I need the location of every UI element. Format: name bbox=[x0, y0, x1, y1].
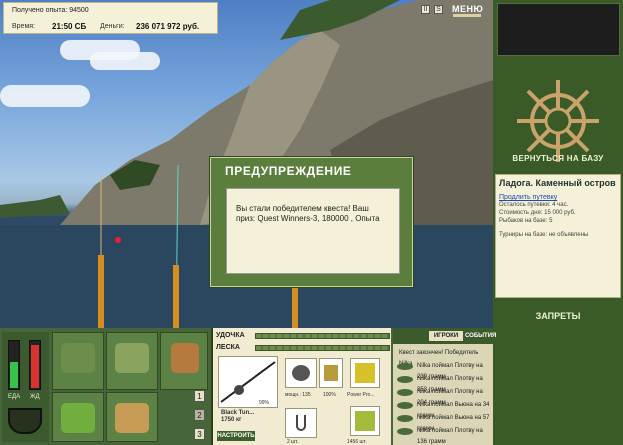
map-preview bbox=[497, 3, 620, 56]
backpack-icon bbox=[61, 343, 95, 373]
line-spool-icon bbox=[355, 363, 375, 383]
dialog-message: Вы стали победителем квеста! Ваш приз: Q… bbox=[226, 188, 400, 274]
life-gauge-fill bbox=[31, 344, 39, 388]
reel-slot-2[interactable] bbox=[319, 358, 343, 388]
line-name: Power Pro... bbox=[347, 392, 375, 398]
time-label: Время: bbox=[12, 23, 36, 30]
reel-caption: мощн.: 135 bbox=[285, 392, 311, 398]
reel-icon bbox=[292, 365, 310, 381]
game-screen: Получено опыта: 94500 Время: 21:50 СБ Де… bbox=[0, 0, 623, 445]
pause-button[interactable]: II bbox=[421, 5, 430, 14]
tab-players[interactable]: ИГРОКИ bbox=[429, 331, 463, 341]
pot-icon[interactable] bbox=[8, 408, 42, 434]
life-gauge bbox=[29, 340, 41, 390]
bag-icon bbox=[115, 343, 149, 373]
fish-icon bbox=[397, 363, 413, 370]
page-button-3[interactable]: 3 bbox=[194, 428, 205, 440]
rod-percent: 99% bbox=[259, 400, 270, 406]
setup-button[interactable]: НАСТРОИТЬ bbox=[217, 431, 255, 441]
event-text: Nilka поймал Плотву на 136 грамм bbox=[417, 428, 483, 445]
inventory-rod-tool[interactable] bbox=[160, 332, 208, 390]
right-panel: ВЕРНУТЬСЯ НА БАЗУ Ладога. Каменный остро… bbox=[493, 0, 623, 445]
bucket-icon bbox=[115, 403, 149, 433]
inventory-backpack[interactable] bbox=[52, 332, 104, 390]
status-gauges: ЕДА ЖД bbox=[2, 332, 49, 442]
tackle-panel: УДОЧКА ЛЕСКА 99% Black Tun... 1750 кг мо… bbox=[211, 328, 391, 445]
event-item: Nilka поймал Плотву на 204 грамм bbox=[395, 387, 493, 406]
money-label: Деньги: bbox=[100, 23, 125, 30]
menu-button[interactable]: МЕНЮ bbox=[452, 4, 483, 14]
line-label: ЛЕСКА bbox=[216, 344, 240, 351]
experience-text: Получено опыта: 94500 bbox=[12, 7, 89, 14]
tab-events[interactable]: СОБЫТИЯ bbox=[465, 331, 496, 341]
hook-icon bbox=[296, 415, 306, 431]
bans-button[interactable]: ЗАПРЕТЫ bbox=[493, 311, 623, 321]
inventory-bait-box[interactable] bbox=[52, 392, 104, 442]
reel-percent: 100% bbox=[323, 392, 336, 398]
event-item: Nilka поймал Вьюна на 34 грамм bbox=[395, 400, 493, 419]
money-value: 236 071 972 руб. bbox=[136, 22, 200, 31]
inventory-bucket[interactable] bbox=[106, 392, 158, 442]
fish-icon bbox=[397, 402, 413, 409]
tournaments-info: Турниры на базе: не объявлены bbox=[499, 232, 589, 238]
inventory-bag[interactable] bbox=[106, 332, 158, 390]
pass-remaining: Осталось путевки: 4 час. bbox=[499, 202, 569, 208]
event-item: Квест закончен! Победитель Nilka bbox=[395, 348, 493, 367]
location-info: Ладога. Каменный остров Продлить путевку… bbox=[495, 174, 621, 298]
event-item: Nilka поймал Вьюна на 57 грамм bbox=[395, 413, 493, 432]
page-button-1[interactable]: 1 bbox=[194, 390, 205, 402]
rod-weight: 1750 кг bbox=[221, 417, 242, 423]
bait-slot[interactable] bbox=[350, 406, 380, 436]
fish-icon bbox=[397, 415, 413, 422]
day-cost: Стоимость дня: 15 000 руб. bbox=[499, 210, 576, 216]
events-tabs: ИГРОКИ СОБЫТИЯ bbox=[393, 328, 496, 344]
rod-bar bbox=[255, 333, 390, 339]
fishers-count: Рыбаков на базе: 5 bbox=[499, 218, 553, 224]
event-item: Nilka поймал Плотву на 353 грамм bbox=[395, 374, 493, 393]
food-gauge-fill bbox=[10, 361, 18, 388]
reel-slot[interactable] bbox=[285, 358, 317, 388]
rod-tool-icon bbox=[171, 343, 199, 373]
return-base-button[interactable]: ВЕРНУТЬСЯ НА БАЗУ bbox=[493, 154, 623, 163]
warning-dialog: ПРЕДУПРЕЖДЕНИЕ Вы стали победителем квес… bbox=[210, 157, 413, 287]
menu-underline bbox=[453, 14, 481, 17]
fish-icon bbox=[397, 376, 413, 383]
hook-count: 2 шт. bbox=[287, 439, 299, 445]
rod-name: Black Tun... bbox=[221, 410, 255, 416]
rod-label: УДОЧКА bbox=[216, 332, 245, 339]
life-label: ЖД bbox=[30, 394, 40, 400]
hook-slot[interactable] bbox=[285, 408, 317, 438]
event-item: Nilka поймал Плотву на 136 грамм bbox=[395, 426, 493, 445]
reel-spool-icon bbox=[324, 365, 338, 381]
sound-button[interactable]: S bbox=[434, 5, 443, 14]
line-bar bbox=[255, 345, 390, 351]
top-controls: II S bbox=[421, 5, 443, 14]
food-label: ЕДА bbox=[8, 394, 21, 400]
food-gauge bbox=[8, 340, 20, 390]
events-panel: ИГРОКИ СОБЫТИЯ Квест закончен! Победител… bbox=[393, 328, 496, 445]
bait-count: 1456 шт. bbox=[347, 439, 367, 445]
bait-icon bbox=[355, 411, 375, 431]
extend-pass-link[interactable]: Продлить путевку bbox=[499, 194, 617, 201]
location-name: Ладога. Каменный остров bbox=[499, 178, 616, 188]
bait-box-icon bbox=[61, 403, 95, 433]
time-value: 21:50 СБ bbox=[52, 22, 87, 31]
fish-icon bbox=[397, 389, 413, 396]
player-info-box: Получено опыта: 94500 Время: 21:50 СБ Де… bbox=[3, 2, 218, 34]
dialog-title: ПРЕДУПРЕЖДЕНИЕ bbox=[225, 164, 352, 178]
line-slot[interactable] bbox=[350, 358, 380, 388]
page-button-2[interactable]: 2 bbox=[194, 409, 205, 421]
ship-wheel-icon[interactable] bbox=[515, 78, 601, 164]
fish-icon bbox=[397, 428, 413, 435]
event-item: Nilka поймал Плотву на 239 грамм bbox=[395, 361, 493, 380]
